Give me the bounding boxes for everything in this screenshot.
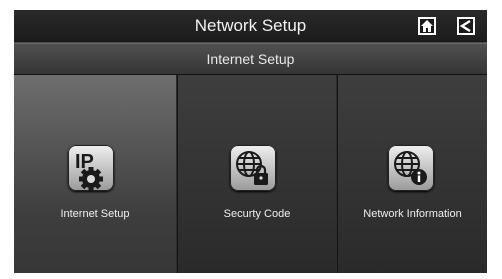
security-code-label: Securty Code <box>223 208 291 220</box>
title-bar: Network Setup <box>14 10 487 43</box>
network-information-option[interactable]: Network Information <box>337 75 487 273</box>
ip-gear-icon: IP <box>68 145 114 191</box>
back-arrow-icon <box>459 19 471 33</box>
internet-setup-option[interactable]: IP Internet Setup <box>14 75 176 273</box>
internet-setup-label: Internet Setup <box>60 208 130 220</box>
page-title: Network Setup <box>194 16 307 35</box>
network-information-label: Network Information <box>363 208 462 220</box>
network-setup-screen: Network Setup Internet Setup IP Internet… <box>14 10 487 273</box>
home-icon <box>421 20 433 32</box>
back-button[interactable] <box>457 17 475 35</box>
section-header: Internet Setup <box>14 43 487 75</box>
section-title: Internet Setup <box>206 51 295 67</box>
security-code-option[interactable]: Securty Code <box>177 75 336 273</box>
home-button[interactable] <box>418 17 436 35</box>
globe-info-icon <box>388 145 434 191</box>
globe-lock-icon <box>230 145 276 191</box>
